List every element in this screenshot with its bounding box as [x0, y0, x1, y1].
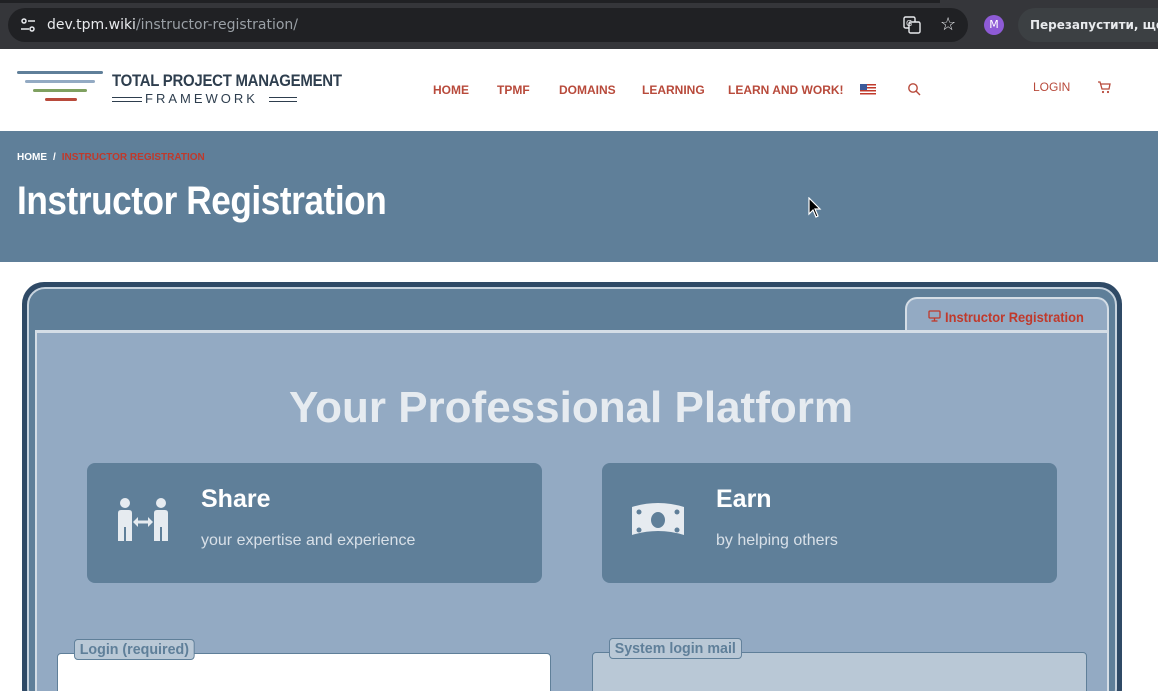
profile-avatar[interactable]: M [984, 15, 1004, 35]
feature-earn-heading: Earn [716, 485, 772, 513]
people-exchange-icon [118, 498, 168, 541]
breadcrumb: HOME / INSTRUCTOR REGISTRATION [17, 152, 205, 163]
mouse-cursor-icon [808, 197, 822, 218]
page-title-band: HOME / INSTRUCTOR REGISTRATION Instructor … [0, 131, 1158, 262]
nav-learning[interactable]: LEARNING [642, 83, 705, 97]
site-logo[interactable]: TOTAL PROJECT MANAGEMENT FRAMEWORK [17, 69, 342, 109]
feature-card-earn: Earn by helping others [602, 463, 1057, 583]
feature-share-subtitle: your expertise and experience [201, 532, 416, 549]
nav-learn-and-work[interactable]: LEARN AND WORK! [728, 83, 844, 97]
breadcrumb-separator: / [53, 152, 56, 163]
breadcrumb-home[interactable]: HOME [17, 152, 47, 163]
platform-heading: Your Professional Platform [289, 383, 853, 432]
translate-icon[interactable]: G [903, 16, 921, 34]
logo-rule-right [269, 97, 297, 98]
logo-subtitle: FRAMEWORK [145, 91, 258, 106]
url-text[interactable]: dev.tpm.wiki/instructor-registration/ [47, 17, 298, 33]
browser-toolbar: dev.tpm.wiki/instructor-registration/ G … [0, 0, 1158, 49]
restart-button[interactable]: Перезапустити, щоб он [1018, 8, 1158, 42]
logo-rule-right2 [269, 101, 297, 102]
url-host: dev.tpm.wiki [47, 17, 136, 33]
site-header: TOTAL PROJECT MANAGEMENT FRAMEWORK HOME … [0, 49, 1158, 131]
monitor-icon [928, 310, 941, 322]
breadcrumb-current: INSTRUCTOR REGISTRATION [61, 152, 205, 163]
nav-tpmf[interactable]: TPMF [497, 83, 530, 97]
logo-rule-left [112, 97, 142, 98]
nav-home[interactable]: HOME [433, 83, 469, 97]
cart-icon[interactable] [1097, 81, 1111, 94]
nav-domains[interactable]: DOMAINS [559, 83, 616, 97]
login-link[interactable]: LOGIN [1033, 80, 1070, 94]
tab-strip-edge [0, 0, 940, 3]
svg-text:G: G [906, 19, 912, 28]
address-bar[interactable]: dev.tpm.wiki/instructor-registration/ G … [8, 8, 968, 42]
us-flag-icon[interactable] [860, 84, 876, 95]
logo-rule-left2 [112, 101, 142, 102]
system-login-mail-label: System login mail [609, 638, 742, 659]
feature-card-share: Share your expertise and experience [87, 463, 542, 583]
url-path: /instructor-registration/ [135, 17, 298, 33]
feature-share-heading: Share [201, 485, 271, 513]
page-title: Instructor Registration [17, 179, 387, 223]
money-bill-icon [632, 503, 684, 535]
logo-title: TOTAL PROJECT MANAGEMENT [112, 71, 342, 90]
search-icon[interactable] [907, 82, 921, 96]
tab-label: Instructor Registration [945, 309, 1084, 325]
site-settings-icon[interactable] [20, 17, 36, 33]
login-field-label: Login (required) [74, 639, 195, 660]
logo-lines-icon [17, 71, 103, 101]
feature-earn-subtitle: by helping others [716, 532, 838, 549]
bookmark-star-icon[interactable]: ☆ [940, 14, 960, 34]
